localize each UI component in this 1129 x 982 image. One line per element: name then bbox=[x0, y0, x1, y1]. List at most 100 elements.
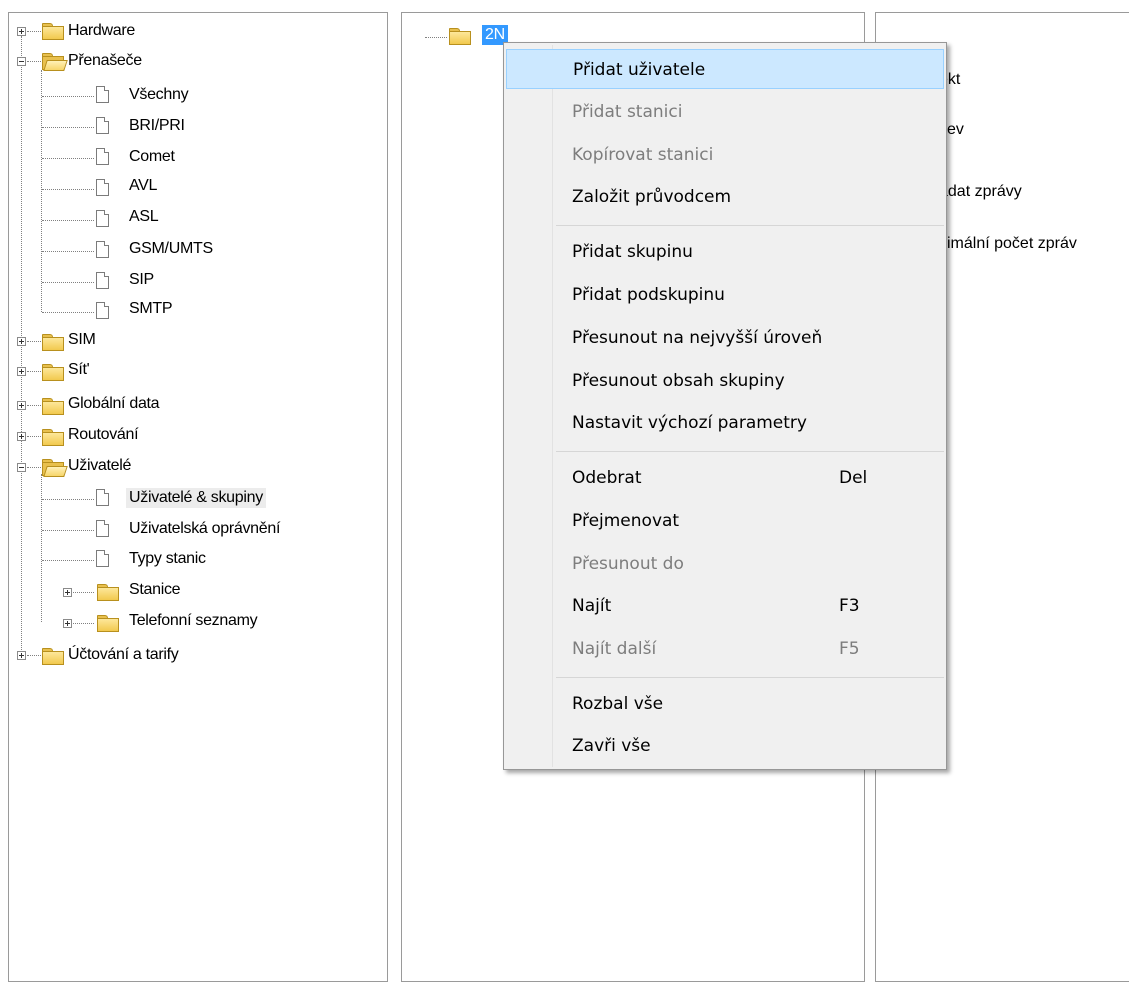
tree-connector-line bbox=[42, 282, 94, 283]
tree-connector-line bbox=[42, 158, 94, 159]
folder-icon bbox=[42, 429, 64, 446]
menu-item-najit-dalsi[interactable]: Najít další F5 bbox=[506, 629, 944, 669]
menu-item-label: Přidat uživatele bbox=[573, 60, 706, 80]
tree-connector-line bbox=[425, 37, 447, 38]
menu-item-rozbal-vse[interactable]: Rozbal vše bbox=[506, 684, 944, 724]
menu-item-pridat-uzivatele[interactable]: Přidat uživatele bbox=[506, 49, 944, 89]
menu-item-shortcut: Del bbox=[839, 468, 868, 488]
tree-connector-line bbox=[27, 341, 41, 342]
tree-connector-line bbox=[42, 312, 94, 313]
property-label: ádat zprávy bbox=[939, 183, 1022, 200]
tree-item-stanice[interactable]: Stanice bbox=[129, 580, 181, 600]
tree-item-bri-pri[interactable]: BRI/PRI bbox=[129, 116, 185, 136]
menu-separator bbox=[556, 451, 944, 452]
menu-item-najit[interactable]: Najít F3 bbox=[506, 586, 944, 626]
menu-separator bbox=[556, 677, 944, 678]
expand-toggle-icon[interactable] bbox=[17, 337, 26, 346]
tree-connector-line bbox=[27, 655, 41, 656]
folder-icon bbox=[97, 584, 119, 601]
expand-toggle-icon[interactable] bbox=[17, 401, 26, 410]
document-icon bbox=[96, 148, 109, 165]
tree-connector-line bbox=[42, 189, 94, 190]
menu-item-label: Založit průvodcem bbox=[572, 187, 732, 207]
tree-item-prenasece[interactable]: Přenašeče bbox=[68, 51, 142, 71]
menu-item-pridat-stanici[interactable]: Přidat stanici bbox=[506, 92, 944, 132]
expand-toggle-icon[interactable] bbox=[17, 27, 26, 36]
tree-item-comet[interactable]: Comet bbox=[129, 147, 175, 167]
menu-item-label: Přesunout obsah skupiny bbox=[572, 371, 785, 391]
tree-item-uzivatelska-opravneni[interactable]: Uživatelská oprávnění bbox=[129, 519, 280, 539]
expand-toggle-icon[interactable] bbox=[17, 432, 26, 441]
menu-item-pridat-podskupinu[interactable]: Přidat podskupinu bbox=[506, 275, 944, 315]
tree-item-typy-stanic[interactable]: Typy stanic bbox=[129, 549, 206, 569]
expand-toggle-icon[interactable] bbox=[63, 588, 72, 597]
tree-connector-line bbox=[41, 474, 42, 622]
tree-connector-line bbox=[42, 96, 94, 97]
document-icon bbox=[96, 86, 109, 103]
tree-item-uzivatele-skupiny[interactable]: Uživatelé & skupiny bbox=[126, 488, 266, 508]
menu-item-label: Kopírovat stanici bbox=[572, 145, 714, 165]
document-icon bbox=[96, 302, 109, 319]
collapse-toggle-icon[interactable] bbox=[17, 57, 26, 66]
folder-icon bbox=[42, 648, 64, 665]
tree-item-uzivatele[interactable]: Uživatelé bbox=[68, 456, 131, 476]
tree-item-telefonni-seznamy[interactable]: Telefonní seznamy bbox=[129, 611, 258, 631]
document-icon bbox=[96, 179, 109, 196]
menu-item-label: Přidat podskupinu bbox=[572, 285, 725, 305]
tree-item-sip[interactable]: SIP bbox=[129, 270, 154, 290]
tree-connector-line bbox=[73, 623, 94, 624]
menu-item-label: Přidat stanici bbox=[572, 102, 683, 122]
expand-toggle-icon[interactable] bbox=[17, 651, 26, 660]
tree-connector-line bbox=[27, 371, 41, 372]
menu-item-presunout-do[interactable]: Přesunout do bbox=[506, 544, 944, 584]
document-icon bbox=[96, 210, 109, 227]
open-folder-icon bbox=[42, 53, 68, 71]
document-icon bbox=[96, 520, 109, 537]
tree-item-vsechny[interactable]: Všechny bbox=[129, 85, 189, 105]
menu-item-label: Přesunout do bbox=[572, 554, 684, 574]
folder-icon bbox=[97, 615, 119, 632]
folder-icon bbox=[42, 398, 64, 415]
tree-item-hardware[interactable]: Hardware bbox=[68, 21, 135, 41]
tree-item-sim[interactable]: SIM bbox=[68, 330, 96, 350]
tree-connector-line bbox=[42, 499, 94, 500]
menu-item-odebrat[interactable]: Odebrat Del bbox=[506, 458, 944, 498]
expand-toggle-icon[interactable] bbox=[63, 619, 72, 628]
tree-connector-line bbox=[42, 530, 94, 531]
tree-item-smtp[interactable]: SMTP bbox=[129, 299, 173, 319]
tree-connector-line bbox=[21, 36, 22, 656]
tree-connector-line bbox=[73, 592, 94, 593]
menu-item-presunout-na-nejvyssi-uroven[interactable]: Přesunout na nejvyšší úroveň bbox=[506, 318, 944, 358]
menu-item-label: Odebrat bbox=[572, 468, 642, 488]
menu-item-prejmenovat[interactable]: Přejmenovat bbox=[506, 501, 944, 541]
tree-item-avl[interactable]: AVL bbox=[129, 176, 157, 196]
menu-item-kopirovat-stanici[interactable]: Kopírovat stanici bbox=[506, 135, 944, 175]
property-label: ximální počet zpráv bbox=[939, 235, 1077, 252]
folder-icon bbox=[42, 23, 64, 40]
menu-item-label: Přejmenovat bbox=[572, 511, 680, 531]
tree-item-asl[interactable]: ASL bbox=[129, 207, 159, 227]
menu-item-shortcut: F3 bbox=[839, 596, 860, 616]
tree-item-uctovani-a-tarify[interactable]: Účtování a tarify bbox=[68, 645, 179, 665]
menu-item-presunout-obsah-skupiny[interactable]: Přesunout obsah skupiny bbox=[506, 361, 944, 401]
tree-item-gsm-umts[interactable]: GSM/UMTS bbox=[129, 239, 213, 259]
menu-item-zavri-vse[interactable]: Zavři vše bbox=[506, 726, 944, 766]
document-icon bbox=[96, 489, 109, 506]
tree-connector-line bbox=[27, 467, 41, 468]
document-icon bbox=[96, 550, 109, 567]
collapse-toggle-icon[interactable] bbox=[17, 463, 26, 472]
menu-item-label: Najít bbox=[572, 596, 612, 616]
expand-toggle-icon[interactable] bbox=[17, 367, 26, 376]
context-menu: Přidat uživatele Přidat stanici Kopírova… bbox=[503, 42, 947, 770]
tree-connector-line bbox=[42, 251, 94, 252]
menu-item-zalozit-pruvodcem[interactable]: Založit průvodcem bbox=[506, 177, 944, 217]
tree-item-globalni-data[interactable]: Globální data bbox=[68, 394, 160, 414]
menu-item-pridat-skupinu[interactable]: Přidat skupinu bbox=[506, 232, 944, 272]
menu-item-label: Rozbal vše bbox=[572, 694, 664, 714]
tree-item-routovani[interactable]: Routování bbox=[68, 425, 139, 445]
open-folder-icon bbox=[42, 459, 68, 477]
tree-item-sit[interactable]: Sít' bbox=[68, 360, 90, 380]
menu-item-nastavit-vychozi-parametry[interactable]: Nastavit výchozí parametry bbox=[506, 403, 944, 443]
document-icon bbox=[96, 241, 109, 258]
tree-connector-line bbox=[42, 220, 94, 221]
